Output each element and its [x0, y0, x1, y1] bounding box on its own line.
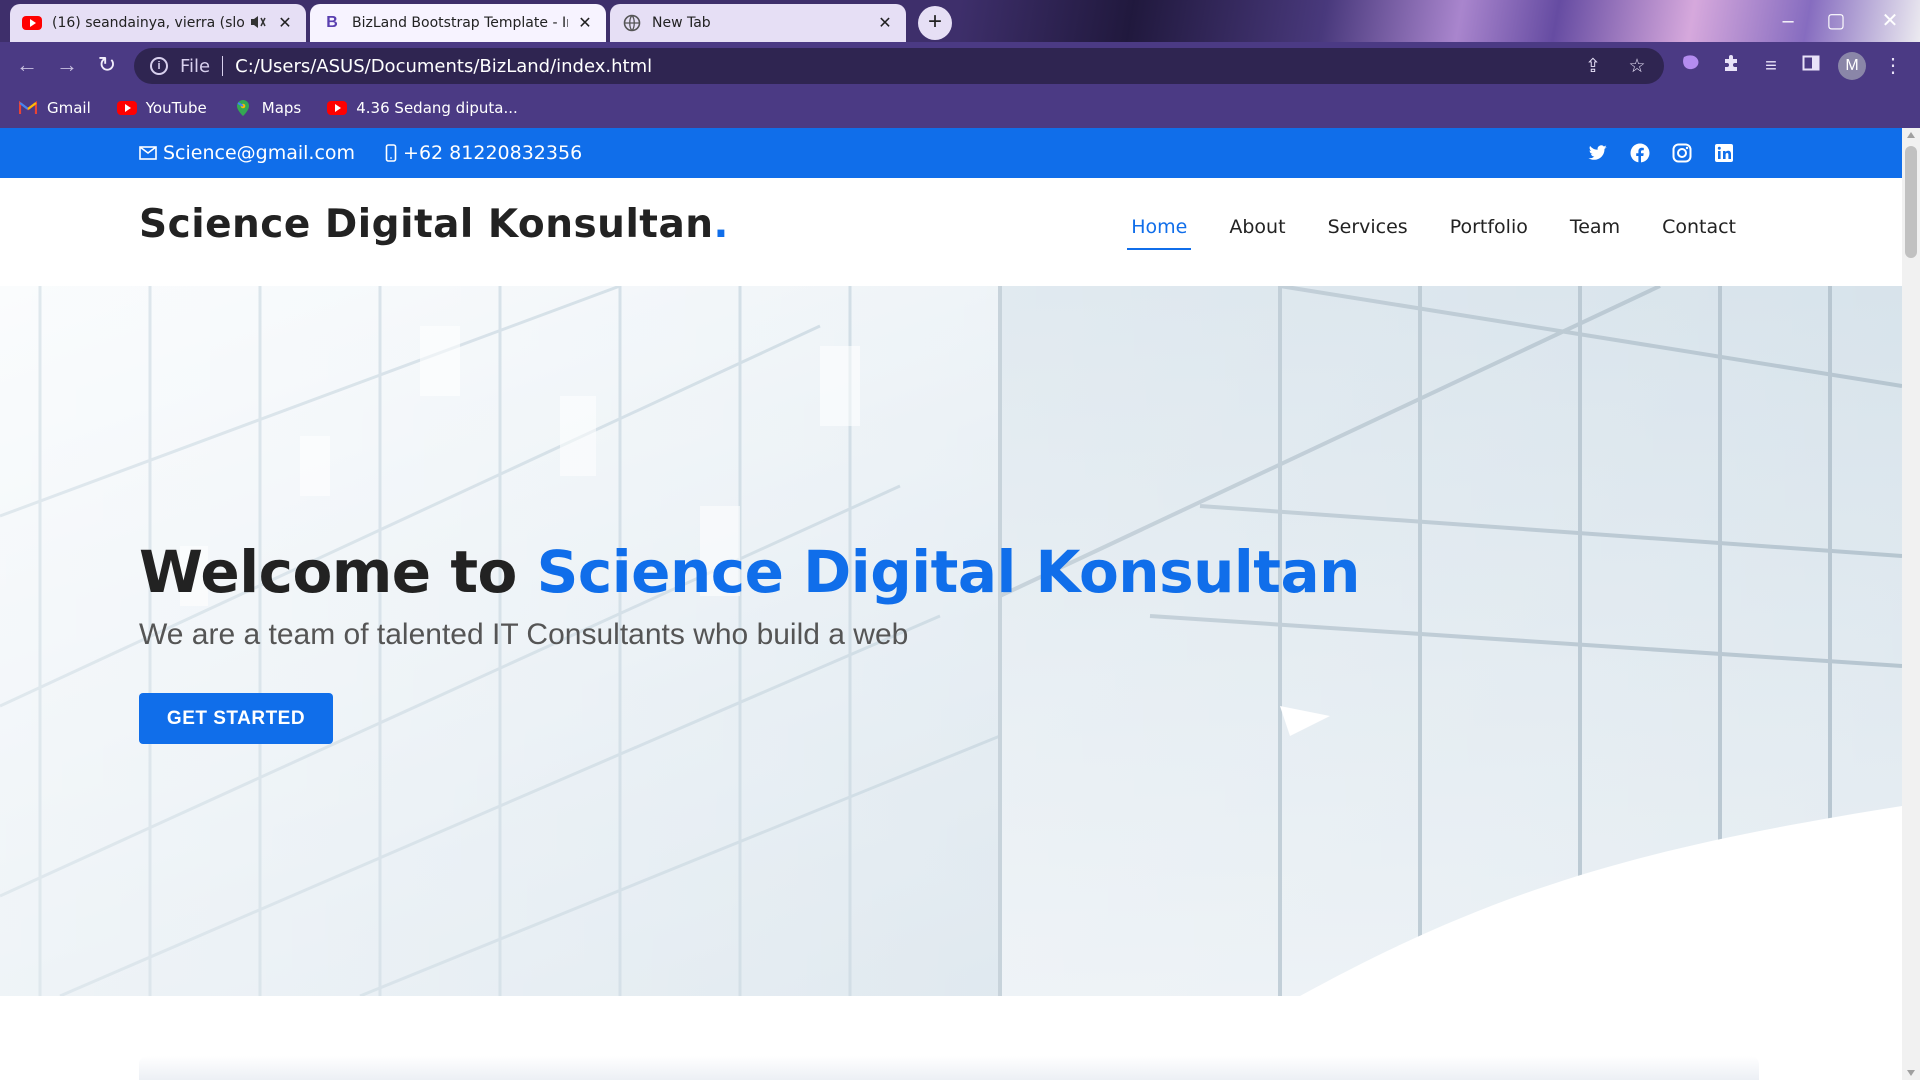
bookmarks-bar: Gmail YouTube Maps 4.36 Sedang diputa... — [0, 88, 1920, 128]
twitter-icon[interactable] — [1588, 143, 1608, 163]
hero-title-prefix: Welcome to — [139, 538, 537, 606]
featured-services-section — [0, 996, 1902, 1080]
topbar-phone[interactable]: +62 81220832356 — [385, 142, 582, 164]
youtube-icon — [116, 100, 137, 116]
url-scheme: File — [180, 55, 211, 77]
extensions-puzzle-icon[interactable] — [1718, 53, 1744, 79]
topbar-email[interactable]: Science@gmail.com — [139, 142, 355, 164]
services-card-shadow — [139, 1056, 1759, 1080]
bookmark-maps[interactable]: Maps — [233, 99, 301, 117]
hero-section: Welcome to Science Digital Konsultan We … — [0, 286, 1902, 996]
browser-tab-newtab[interactable]: New Tab ✕ — [610, 4, 906, 42]
youtube-icon — [22, 13, 42, 33]
site-logo[interactable]: Science Digital Konsultan. — [139, 202, 729, 247]
logo-text: Science Digital Konsultan — [139, 202, 714, 247]
bootstrap-b-icon: B — [326, 14, 338, 31]
tab-title: New Tab — [652, 15, 711, 31]
nav-services[interactable]: Services — [1328, 216, 1408, 244]
back-arrow-icon[interactable]: ← — [12, 50, 42, 80]
bookmark-label: Maps — [261, 99, 302, 117]
bookmark-star-icon[interactable]: ☆ — [1626, 55, 1648, 78]
phone-icon — [385, 144, 397, 162]
close-window-icon[interactable]: ✕ — [1870, 6, 1910, 36]
hero-title-accent: Science Digital Konsultan — [536, 538, 1361, 606]
envelope-icon — [139, 146, 157, 160]
address-bar[interactable]: i File C:/Users/ASUS/Documents/BizLand/i… — [134, 48, 1664, 84]
gmail-icon — [18, 100, 38, 116]
facebook-icon[interactable] — [1630, 143, 1650, 163]
profile-avatar[interactable]: M — [1838, 52, 1866, 80]
maps-icon — [233, 100, 253, 116]
nav-about[interactable]: About — [1229, 216, 1285, 244]
phone-text: +62 81220832356 — [403, 142, 583, 164]
bookmark-label: Gmail — [47, 99, 91, 117]
side-panel-icon[interactable] — [1798, 53, 1824, 79]
close-tab-icon[interactable]: ✕ — [876, 13, 894, 33]
browser-tab-bizland[interactable]: B BizLand Bootstrap Template - Ind ✕ — [310, 4, 606, 42]
browser-tab-youtube[interactable]: (16) seandainya, vierra (slowed ✕ — [10, 4, 306, 42]
minimize-icon[interactable]: – — [1768, 6, 1808, 36]
scroll-up-arrow-icon[interactable] — [1907, 132, 1915, 138]
site-header: Science Digital Konsultan. Home About Se… — [0, 178, 1902, 286]
close-tab-icon[interactable]: ✕ — [576, 13, 594, 33]
tab-title: BizLand Bootstrap Template - Ind — [352, 15, 568, 31]
url-separator — [222, 56, 224, 76]
youtube-icon — [327, 100, 348, 116]
instagram-icon[interactable] — [1672, 143, 1692, 163]
speaker-icon[interactable] — [250, 15, 268, 32]
extension-icon[interactable] — [1678, 53, 1704, 79]
scroll-down-arrow-icon[interactable] — [1907, 1070, 1915, 1076]
logo-dot: . — [713, 202, 729, 247]
reload-icon[interactable]: ↻ — [92, 50, 122, 80]
bookmark-youtube[interactable]: YouTube — [116, 99, 207, 117]
bookmark-gmail[interactable]: Gmail — [18, 99, 91, 117]
hero-title: Welcome to Science Digital Konsultan — [139, 538, 1360, 606]
forward-arrow-icon[interactable]: → — [52, 50, 82, 80]
browser-tab-strip: (16) seandainya, vierra (slowed ✕ B BizL… — [0, 0, 1920, 42]
main-navigation: Home About Services Portfolio Team Conta… — [1127, 216, 1736, 250]
hero-subtitle: We are a team of talented IT Consultants… — [139, 618, 909, 651]
nav-portfolio[interactable]: Portfolio — [1450, 216, 1528, 244]
site-info-icon[interactable]: i — [150, 57, 168, 75]
scrollbar-thumb[interactable] — [1905, 146, 1917, 258]
page-viewport: Science@gmail.com +62 81220832356 Scienc… — [0, 128, 1902, 1080]
media-control-icon[interactable]: ≡ — [1758, 53, 1784, 79]
new-tab-button[interactable]: + — [918, 6, 952, 40]
browser-toolbar: ← → ↻ i File C:/Users/ASUS/Documents/Biz… — [0, 42, 1920, 88]
bookmark-youtube-playing[interactable]: 4.36 Sedang diputa... — [327, 99, 518, 117]
nav-team[interactable]: Team — [1570, 216, 1620, 244]
get-started-button[interactable]: GET STARTED — [139, 693, 333, 744]
tab-title: (16) seandainya, vierra (slowed — [52, 15, 244, 31]
nav-contact[interactable]: Contact — [1662, 216, 1736, 244]
url-text[interactable]: C:/Users/ASUS/Documents/BizLand/index.ht… — [235, 56, 652, 77]
globe-icon — [622, 13, 642, 33]
maximize-icon[interactable]: ▢ — [1816, 6, 1856, 36]
social-links — [1588, 128, 1734, 178]
page-scrollbar[interactable] — [1902, 128, 1920, 1080]
bookmark-label: YouTube — [145, 99, 207, 117]
close-tab-icon[interactable]: ✕ — [276, 13, 294, 33]
nav-home[interactable]: Home — [1127, 216, 1192, 250]
browser-menu-icon[interactable]: ⋮ — [1880, 53, 1906, 79]
email-text: Science@gmail.com — [163, 142, 356, 164]
share-icon[interactable]: ⇪ — [1582, 55, 1604, 78]
contact-topbar: Science@gmail.com +62 81220832356 — [0, 128, 1902, 178]
bookmark-label: 4.36 Sedang diputa... — [356, 99, 518, 117]
linkedin-icon[interactable] — [1714, 143, 1734, 163]
